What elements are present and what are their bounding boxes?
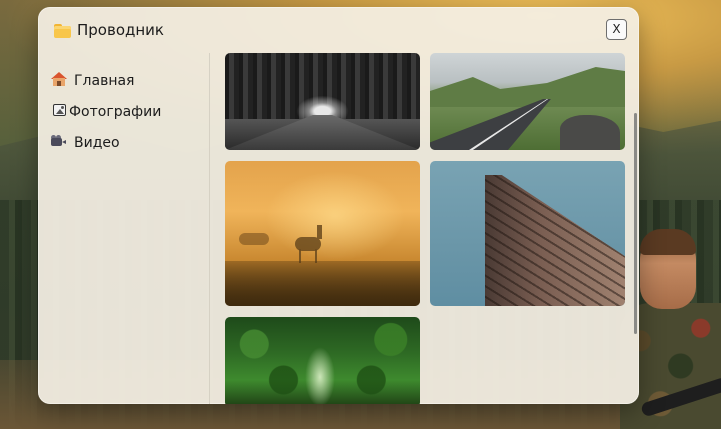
window-title: Проводник bbox=[77, 21, 164, 39]
photo-icon bbox=[50, 104, 68, 120]
sidebar-item-label: Главная bbox=[74, 73, 135, 89]
tree-tunnel-road-bw-photo[interactable] bbox=[225, 53, 420, 150]
folder-icon bbox=[54, 24, 71, 38]
mountain-road-photo[interactable] bbox=[430, 53, 625, 150]
sidebar-item-label: Фотографии bbox=[69, 104, 162, 120]
sidebar: Главная Фотографии Видео bbox=[38, 53, 209, 404]
vertical-scrollbar[interactable] bbox=[634, 113, 637, 334]
foggy-deer-photo[interactable] bbox=[225, 161, 420, 306]
title-bar: Проводник X bbox=[38, 7, 639, 53]
house-icon bbox=[50, 72, 68, 90]
green-forest-path-photo[interactable] bbox=[225, 317, 420, 404]
video-camera-icon bbox=[50, 135, 68, 151]
sidebar-item-photos[interactable]: Фотографии bbox=[50, 100, 161, 124]
sidebar-item-video[interactable]: Видео bbox=[50, 131, 120, 155]
sidebar-item-label: Видео bbox=[74, 135, 120, 151]
explorer-window: Проводник X Главная Фотографии Видео bbox=[38, 7, 639, 404]
sidebar-item-home[interactable]: Главная bbox=[50, 69, 134, 93]
flatiron-building-photo[interactable] bbox=[430, 161, 625, 306]
close-button[interactable]: X bbox=[606, 19, 627, 40]
image-gallery bbox=[210, 53, 639, 404]
